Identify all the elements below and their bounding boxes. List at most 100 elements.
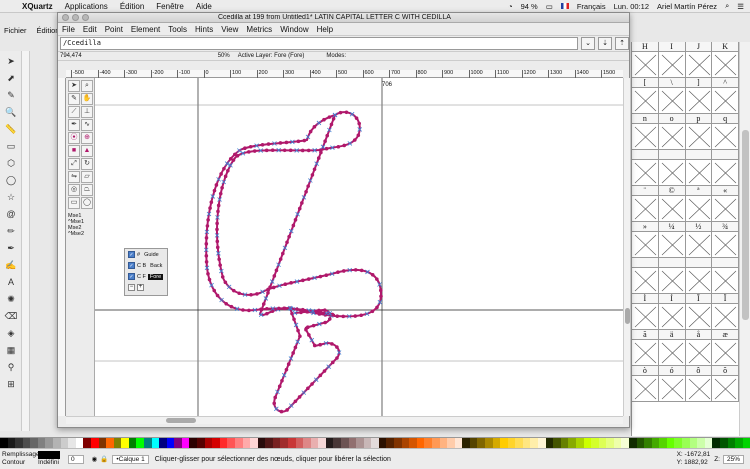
palette-swatch[interactable] (113, 438, 122, 448)
visibility-checkbox[interactable]: ✓ (128, 262, 135, 269)
palette-swatch[interactable] (0, 438, 8, 448)
glyph-cell[interactable] (712, 150, 739, 186)
glyph-cell[interactable]: ô (685, 366, 713, 402)
bucket-tool-icon[interactable]: ◈ (4, 326, 18, 340)
close-button[interactable] (62, 14, 69, 21)
palette-swatch[interactable] (507, 438, 516, 448)
palette-swatch[interactable] (219, 438, 228, 448)
palette-swatch[interactable] (303, 438, 311, 448)
rectangle-tool-icon[interactable]: ▭ (68, 197, 80, 209)
prev-glyph-button[interactable]: ⇣ (598, 37, 612, 50)
clock[interactable]: Lun. 00:12 (614, 2, 649, 11)
palette-swatch[interactable] (341, 438, 349, 448)
palette-swatch[interactable] (166, 438, 175, 448)
dropper-tool-icon[interactable]: ⚲ (4, 360, 18, 374)
palette-swatch[interactable] (7, 438, 16, 448)
glyph-cell[interactable]: õ (712, 366, 739, 402)
palette-swatch[interactable] (469, 438, 478, 448)
palette-swatch[interactable] (310, 438, 319, 448)
palette-swatch[interactable] (68, 438, 76, 448)
spotlight-icon[interactable]: ⌕ (725, 1, 729, 11)
palette-swatch[interactable] (712, 438, 720, 448)
menu-hints[interactable]: Hints (191, 25, 217, 34)
menu-aide[interactable]: Aide (196, 2, 212, 11)
palette-swatch[interactable] (234, 438, 243, 448)
palette-swatch[interactable] (204, 438, 213, 448)
opacity-input[interactable]: 0 (68, 454, 84, 464)
perspective-tool-icon[interactable]: ⏢ (81, 184, 93, 196)
hvcurve-point-icon[interactable]: ⊕ (81, 132, 93, 144)
palette-swatch[interactable] (143, 438, 152, 448)
palette-swatch[interactable] (318, 438, 326, 448)
font-view-scrollbar[interactable] (739, 42, 750, 436)
scale-tool-icon[interactable]: ⤢ (68, 158, 80, 170)
palette-swatch[interactable] (704, 438, 713, 448)
palette-swatch[interactable] (378, 438, 387, 448)
glyph-cell[interactable]: K (712, 42, 739, 78)
palette-swatch[interactable] (522, 438, 531, 448)
glyph-cell[interactable]: [ (632, 78, 659, 114)
palette-swatch[interactable] (272, 438, 281, 448)
glyph-cell[interactable]: q (712, 114, 739, 150)
palette-swatch[interactable] (295, 438, 304, 448)
palette-swatch[interactable] (689, 438, 698, 448)
glyph-cell[interactable]: ¼ (658, 222, 686, 258)
connector-tool-icon[interactable]: ⊞ (4, 377, 18, 391)
glyph-cell[interactable]: Í (658, 294, 686, 330)
palette-swatch[interactable] (45, 438, 54, 448)
pencil-tool-icon[interactable]: ✏ (4, 224, 18, 238)
palette-swatch[interactable] (628, 438, 637, 448)
spray-tool-icon[interactable]: ✺ (4, 292, 18, 306)
star-tool-icon[interactable]: ☆ (4, 190, 18, 204)
glyph-cell[interactable]: « (712, 186, 739, 222)
palette-swatch[interactable] (356, 438, 364, 448)
gradient-tool-icon[interactable]: ▦ (4, 343, 18, 357)
glyph-cell[interactable]: ã (632, 330, 659, 366)
palette-swatch[interactable] (666, 438, 675, 448)
glyph-cell[interactable]: ] (685, 78, 713, 114)
next-glyph-button[interactable]: ⇡ (615, 37, 629, 50)
glyph-cell[interactable] (685, 258, 713, 294)
palette-swatch[interactable] (22, 438, 31, 448)
glyph-cell[interactable]: ª (685, 186, 713, 222)
palette-swatch[interactable] (174, 438, 182, 448)
ellipse-tool-icon[interactable]: ◯ (4, 173, 18, 187)
menu-metrics[interactable]: Metrics (242, 25, 276, 34)
palette-swatch[interactable] (621, 438, 629, 448)
notification-center-icon[interactable]: ☰ (737, 2, 744, 11)
palette-swatch[interactable] (287, 438, 296, 448)
menu-tools[interactable]: Tools (164, 25, 191, 34)
glyph-canvas[interactable]: 706 (95, 78, 623, 416)
fill-stroke-indicator[interactable]: Remplissage Contour (0, 451, 40, 467)
menu-window[interactable]: Window (276, 25, 312, 34)
glyph-cell[interactable]: ½ (685, 222, 713, 258)
palette-swatch[interactable] (325, 438, 334, 448)
palette-swatch[interactable] (83, 438, 91, 448)
palette-swatch[interactable] (136, 438, 144, 448)
palette-swatch[interactable] (515, 438, 523, 448)
palette-swatch[interactable] (439, 438, 448, 448)
menu-edit[interactable]: Edit (79, 25, 101, 34)
palette-swatch[interactable] (363, 438, 372, 448)
glyph-cell[interactable]: \ (658, 78, 686, 114)
palette-swatch[interactable] (53, 438, 61, 448)
palette-swatch[interactable] (492, 438, 501, 448)
palette-swatch[interactable] (416, 438, 425, 448)
palette-swatch[interactable] (250, 438, 258, 448)
keyboard-layout[interactable]: Français (577, 2, 606, 11)
glyph-cell[interactable]: æ (712, 330, 739, 366)
palette-swatch[interactable] (545, 438, 554, 448)
palette-swatch[interactable] (30, 438, 38, 448)
scroll-tool-icon[interactable]: ✋ (81, 93, 93, 105)
scrollbar-thumb[interactable] (742, 130, 749, 320)
layer-row-guide[interactable]: ✓ # Guide (125, 249, 167, 260)
glyph-name-input[interactable]: /Ccedilla (60, 37, 578, 50)
palette-swatch[interactable] (485, 438, 493, 448)
palette-swatch[interactable] (644, 438, 652, 448)
node-tool-icon[interactable]: ⬈ (4, 71, 18, 85)
palette-swatch[interactable] (128, 438, 137, 448)
palette-swatch[interactable] (575, 438, 584, 448)
glyph-cell[interactable] (632, 258, 659, 294)
palette-swatch[interactable] (151, 438, 160, 448)
palette-swatch[interactable] (106, 438, 114, 448)
